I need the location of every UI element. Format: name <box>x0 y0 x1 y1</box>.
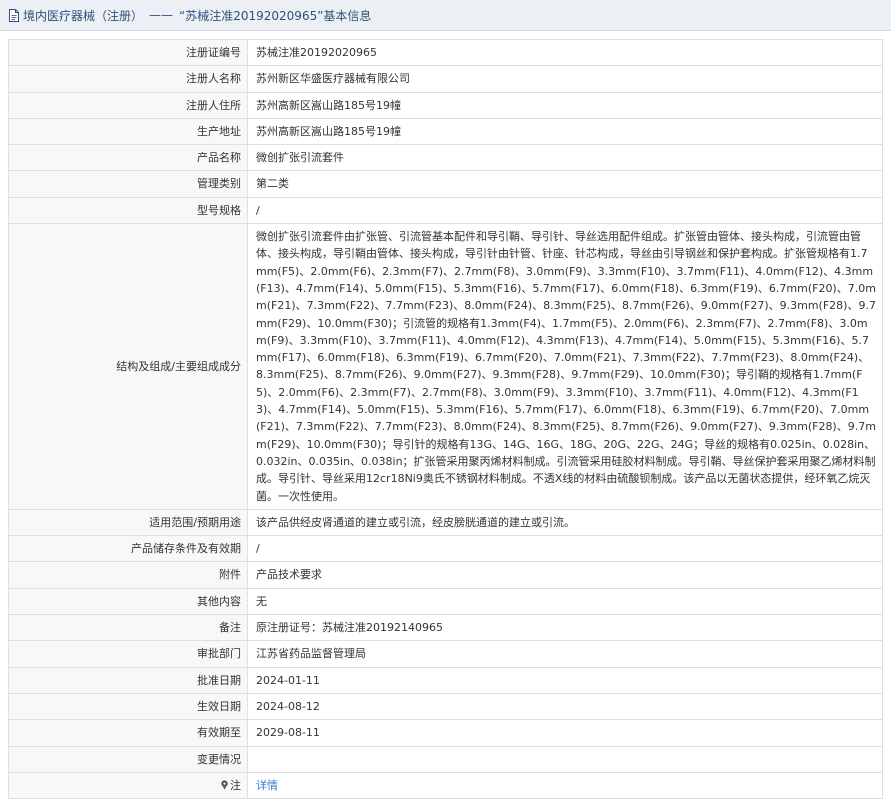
row-label: 注册人住所 <box>8 91 248 119</box>
table-row: 有效期至 2029-08-11 <box>8 719 883 747</box>
header-title: “苏械注准20192020965”基本信息 <box>179 8 372 23</box>
row-label: 适用范围/预期用途 <box>8 508 248 537</box>
row-value: 2029-08-11 <box>247 719 883 747</box>
header-separator: —— <box>149 8 174 22</box>
table-row-note: 注 详情 <box>8 771 883 799</box>
table-row: 适用范围/预期用途 该产品供经皮肾通道的建立或引流，经皮膀胱通道的建立或引流。 <box>8 508 883 537</box>
row-label: 审批部门 <box>8 640 248 668</box>
row-label: 生效日期 <box>8 692 248 721</box>
row-label: 产品名称 <box>8 144 248 172</box>
header-category: 境内医疗器械（注册） <box>23 8 144 23</box>
page-header: 境内医疗器械（注册） —— “苏械注准20192020965”基本信息 <box>0 0 891 31</box>
row-value: 无 <box>247 587 883 616</box>
row-value <box>247 745 883 773</box>
row-label: 注册证编号 <box>8 38 248 67</box>
row-label: 其他内容 <box>8 587 248 616</box>
table-row: 注册证编号 苏械注准20192020965 <box>8 38 883 67</box>
row-value: 微创扩张引流套件 <box>247 144 883 172</box>
table-row: 其他内容 无 <box>8 587 883 616</box>
table-row: 产品名称 微创扩张引流套件 <box>8 144 883 172</box>
table-row: 注册人名称 苏州新区华盛医疗器械有限公司 <box>8 65 883 93</box>
row-label: 结构及组成/主要组成成分 <box>8 223 248 510</box>
table-row: 产品储存条件及有效期 / <box>8 535 883 563</box>
row-label: 批准日期 <box>8 666 248 694</box>
row-label: 型号规格 <box>8 196 248 225</box>
table-row: 备注 原注册证号：苏械注准20192140965 <box>8 614 883 642</box>
row-label: 附件 <box>8 561 248 589</box>
table-row: 变更情况 <box>8 745 883 773</box>
table-row: 型号规格 / <box>8 196 883 225</box>
row-label: 有效期至 <box>8 719 248 747</box>
table-row: 附件 产品技术要求 <box>8 561 883 589</box>
row-value: 2024-01-11 <box>247 666 883 694</box>
table-row: 注册人住所 苏州高新区嵩山路185号19幢 <box>8 91 883 119</box>
row-value: / <box>247 196 883 225</box>
note-label-cell: 注 <box>8 771 248 799</box>
row-value: 第二类 <box>247 170 883 198</box>
row-value: 2024-08-12 <box>247 692 883 721</box>
pin-icon <box>221 780 228 790</box>
table-row: 结构及组成/主要组成成分 微创扩张引流套件由扩张管、引流管基本配件和导引鞘、导引… <box>8 223 883 510</box>
row-label: 管理类别 <box>8 170 248 198</box>
note-label: 注 <box>230 778 241 792</box>
table-row: 管理类别 第二类 <box>8 170 883 198</box>
row-value: 苏州新区华盛医疗器械有限公司 <box>247 65 883 93</box>
row-value: 该产品供经皮肾通道的建立或引流，经皮膀胱通道的建立或引流。 <box>247 508 883 537</box>
row-value: 江苏省药品监督管理局 <box>247 640 883 668</box>
row-value: / <box>247 535 883 563</box>
note-value-cell: 详情 <box>247 771 883 799</box>
row-value: 微创扩张引流套件由扩张管、引流管基本配件和导引鞘、导引针、导丝选用配件组成。扩张… <box>247 223 883 510</box>
row-label: 产品储存条件及有效期 <box>8 535 248 563</box>
table-row: 生产地址 苏州高新区嵩山路185号19幢 <box>8 117 883 146</box>
row-value: 苏州高新区嵩山路185号19幢 <box>247 91 883 119</box>
row-label: 生产地址 <box>8 117 248 146</box>
row-value: 产品技术要求 <box>247 561 883 589</box>
row-value: 原注册证号：苏械注准20192140965 <box>247 614 883 642</box>
info-table: 注册证编号 苏械注准20192020965 注册人名称 苏州新区华盛医疗器械有限… <box>8 38 883 799</box>
document-icon <box>9 8 19 22</box>
table-row: 生效日期 2024-08-12 <box>8 692 883 721</box>
table-row: 审批部门 江苏省药品监督管理局 <box>8 640 883 668</box>
row-label: 备注 <box>8 614 248 642</box>
row-label: 变更情况 <box>8 745 248 773</box>
details-link[interactable]: 详情 <box>256 779 278 792</box>
row-value: 苏械注准20192020965 <box>247 38 883 67</box>
row-value: 苏州高新区嵩山路185号19幢 <box>247 117 883 146</box>
row-label: 注册人名称 <box>8 65 248 93</box>
table-row: 批准日期 2024-01-11 <box>8 666 883 694</box>
